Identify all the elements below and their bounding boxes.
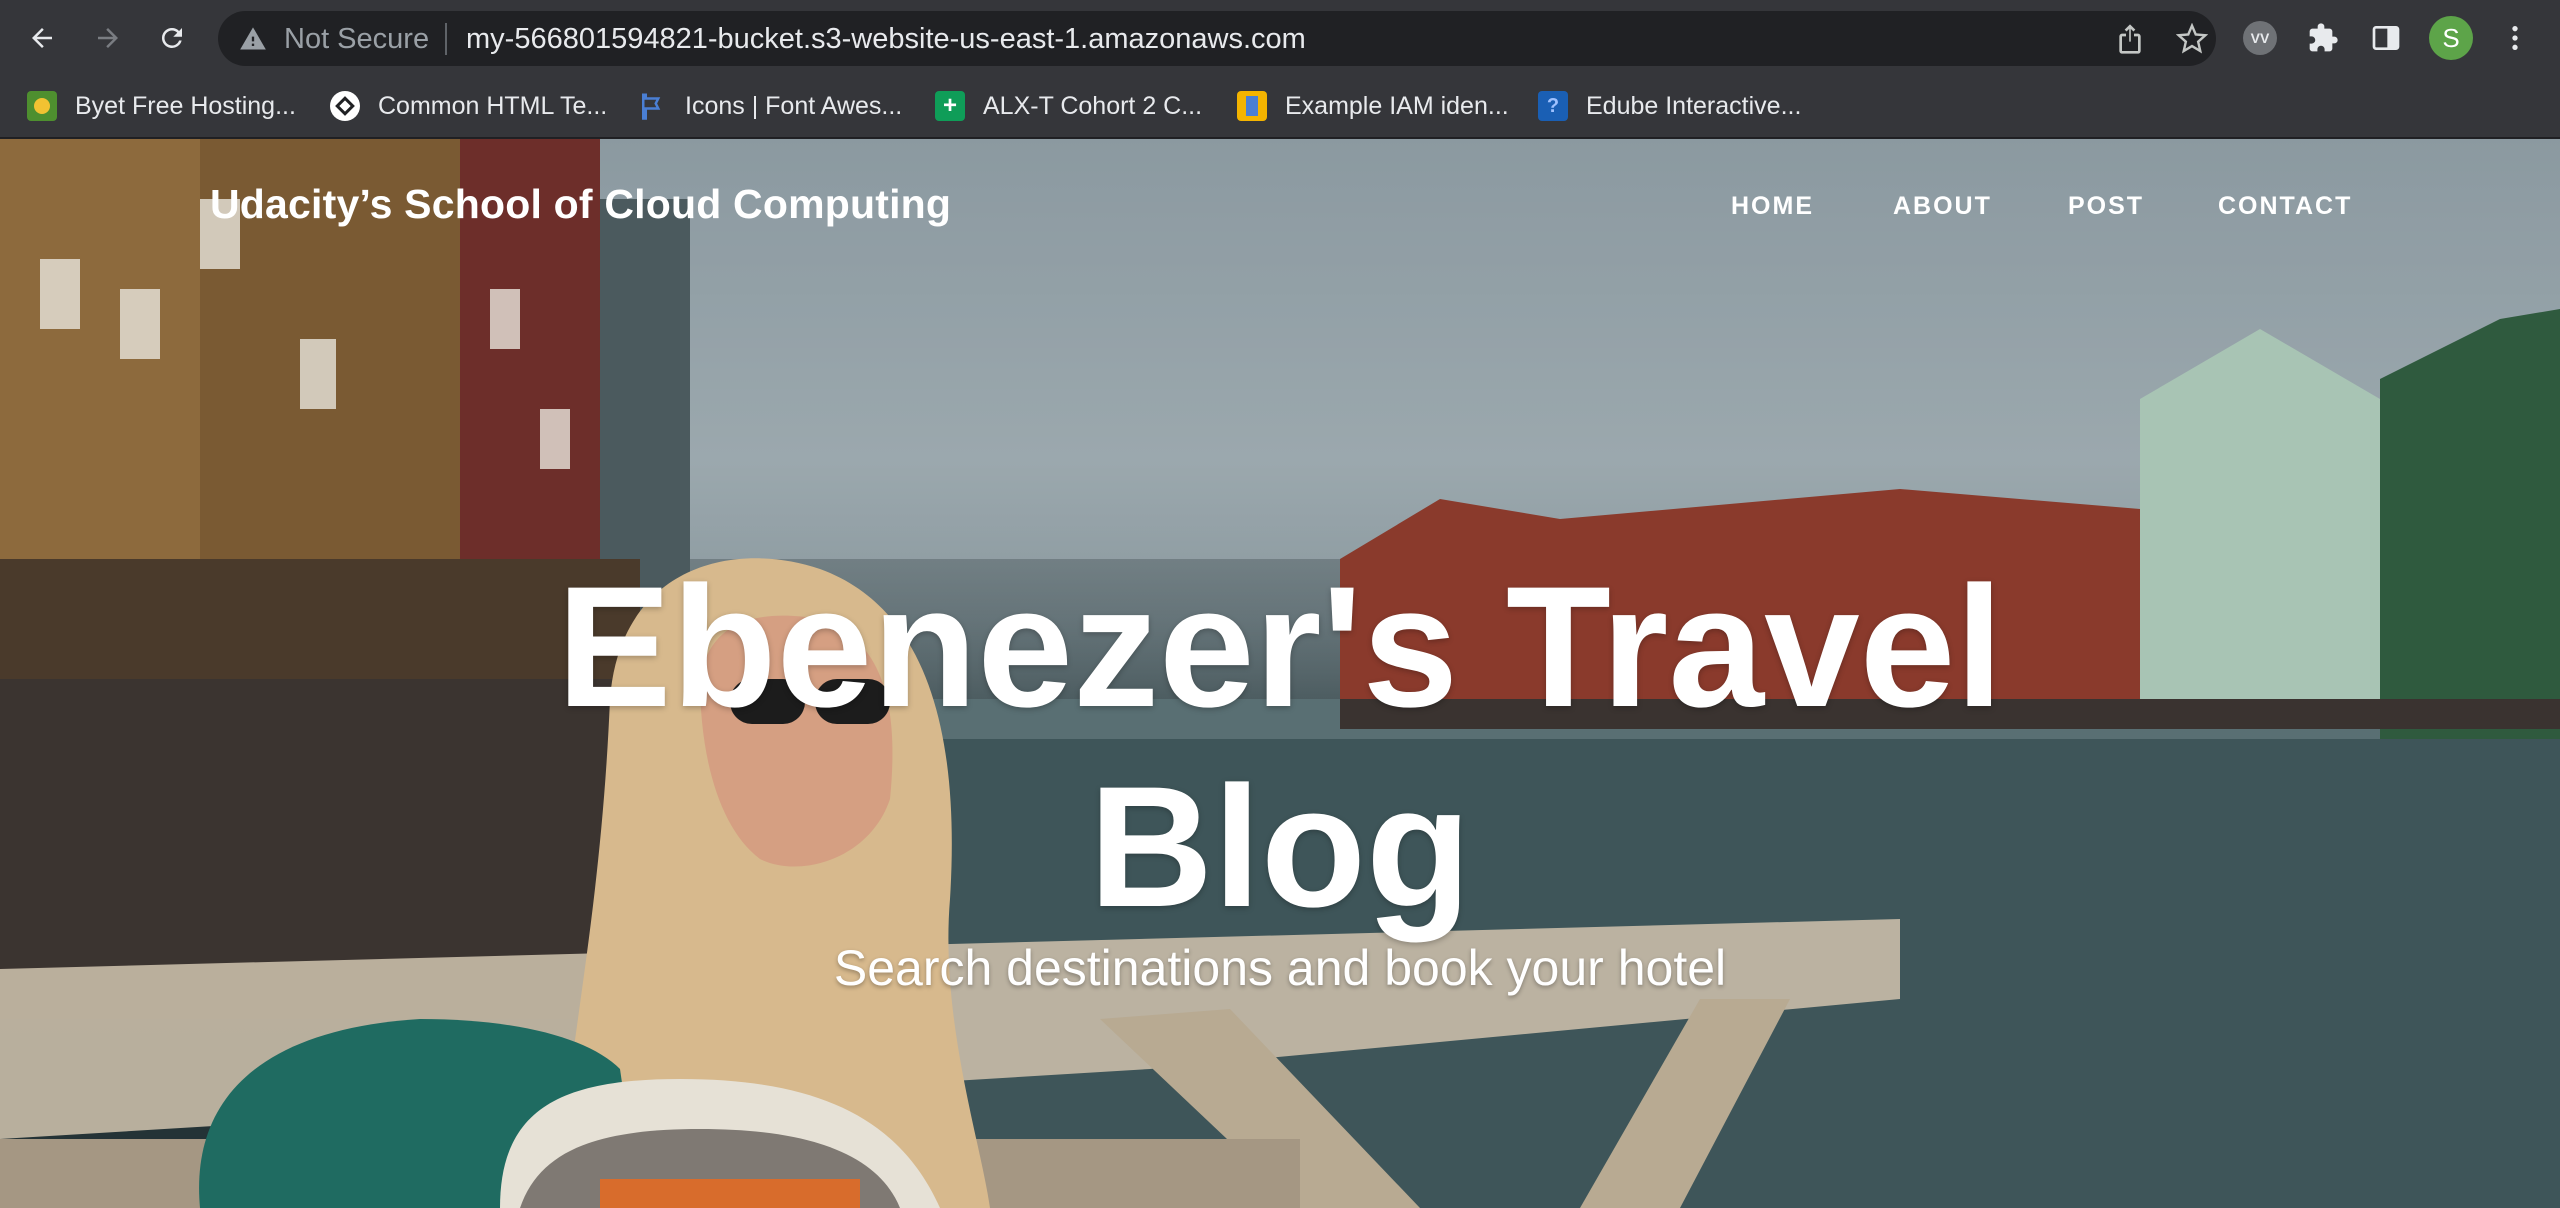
bookmark-common-html[interactable]: Common HTML Te... [330, 86, 607, 126]
flag-favicon-icon [637, 91, 667, 121]
nav-contact[interactable]: CONTACT [2218, 192, 2352, 221]
bookmark-edube[interactable]: ? Edube Interactive... [1538, 86, 1801, 126]
address-divider [445, 23, 447, 55]
browser-toolbar: Not Secure my-566801594821-bucket.s3-web… [0, 0, 2560, 76]
reload-button[interactable] [152, 18, 192, 58]
forward-button[interactable] [88, 18, 128, 58]
html-favicon-icon [330, 91, 360, 121]
site-brand[interactable]: Udacity’s School of Cloud Computing [210, 181, 951, 228]
side-panel-button[interactable] [2366, 18, 2406, 58]
package-favicon-icon [1237, 91, 1267, 121]
address-bar[interactable]: Not Secure my-566801594821-bucket.s3-web… [218, 11, 2216, 66]
webpage: Udacity’s School of Cloud Computing HOME… [0, 139, 2560, 1208]
share-icon[interactable] [2114, 23, 2146, 55]
profile-avatar[interactable]: S [2429, 16, 2473, 60]
hero-title: Ebenezer's Travel Blog [556, 551, 2004, 943]
warning-icon [240, 27, 266, 50]
vv-extension-icon: VV [2243, 21, 2277, 55]
arrow-right-icon [98, 28, 118, 48]
url-text[interactable]: my-566801594821-bucket.s3-website-us-eas… [466, 23, 1306, 56]
hero-subtitle: Search destinations and book your hotel [833, 940, 1727, 996]
reload-icon [161, 27, 182, 48]
back-button[interactable] [22, 18, 62, 58]
extensions-button[interactable] [2303, 18, 2343, 58]
puzzle-icon [2309, 23, 2338, 52]
bookmarks-bar: Byet Free Hosting... Common HTML Te... I… [0, 76, 2560, 138]
byet-favicon-icon [27, 91, 57, 121]
kebab-menu-icon [2512, 26, 2518, 50]
security-label[interactable]: Not Secure [284, 23, 429, 56]
extension-vv-button[interactable]: VV [2240, 18, 2280, 58]
nav-post[interactable]: POST [2068, 192, 2144, 221]
side-panel-icon [2372, 26, 2400, 50]
nav-about[interactable]: ABOUT [1893, 192, 1992, 221]
sheets-favicon-icon: + [935, 91, 965, 121]
arrow-left-icon [32, 28, 52, 48]
bookmark-byet[interactable]: Byet Free Hosting... [27, 86, 296, 126]
bookmark-font-awesome[interactable]: Icons | Font Awes... [637, 86, 902, 126]
edube-favicon-icon: ? [1538, 91, 1568, 121]
bookmark-alx-cohort[interactable]: + ALX-T Cohort 2 C... [935, 86, 1202, 126]
browser-menu-button[interactable] [2495, 18, 2535, 58]
bookmark-example-iam[interactable]: Example IAM iden... [1237, 86, 1509, 126]
bookmark-star-icon[interactable] [2176, 23, 2208, 55]
nav-home[interactable]: HOME [1731, 192, 1814, 221]
